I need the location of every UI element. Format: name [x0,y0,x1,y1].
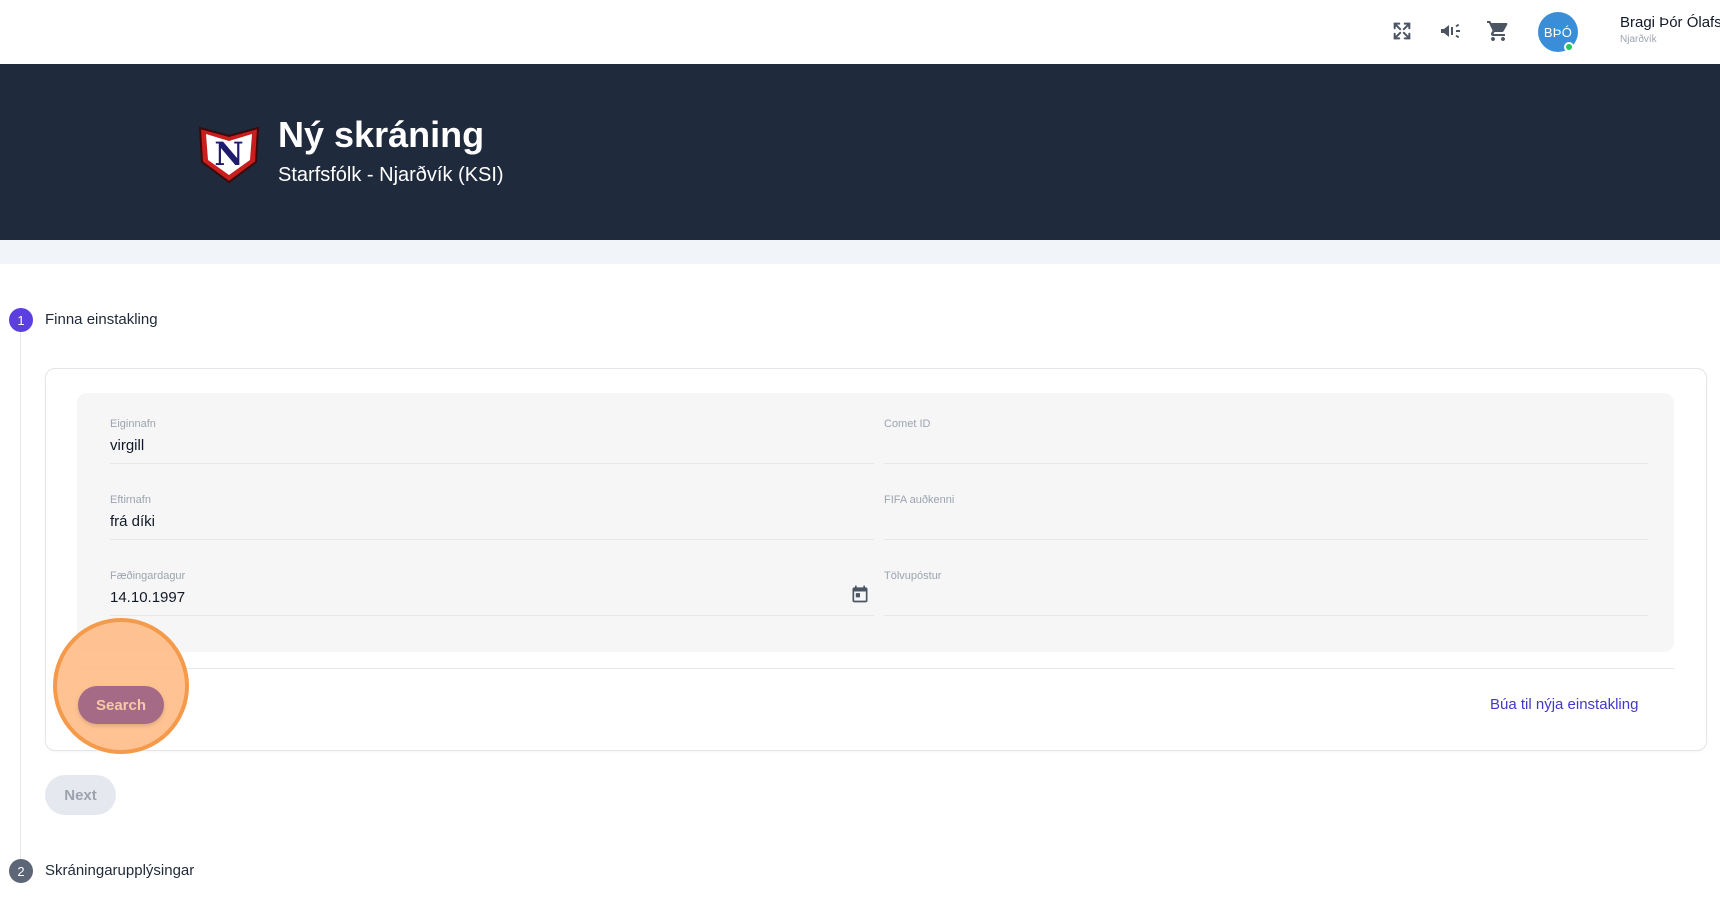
birthdate-underline [110,615,874,616]
page-header: N Ný skráning Starfsfólk - Njarðvík (KSI… [0,64,1720,240]
user-name[interactable]: Bragi Þór Ólafs [1620,14,1720,31]
comet-id-underline [884,463,1648,464]
megaphone-icon[interactable] [1437,18,1463,44]
card-divider [77,668,1674,669]
birthdate-value[interactable]: 14.10.1997 [110,589,185,606]
fifa-id-label: FIFA auðkenni [884,494,955,506]
step-1-badge: 1 [9,308,33,332]
user-club: Njarðvík [1620,34,1657,45]
stepper-line [20,332,21,872]
fullscreen-icon[interactable] [1389,18,1415,44]
last-name-field[interactable]: Eftirnafn frá díki [110,494,874,564]
first-name-label: Eiginnafn [110,418,156,430]
comet-id-label: Comet ID [884,418,931,430]
last-name-label: Eftirnafn [110,494,151,506]
first-name-value[interactable]: virgill [110,437,144,454]
email-label: Tölvupóstur [884,570,942,582]
page-title: Ný skráning [278,114,485,155]
last-name-underline [110,539,874,540]
club-logo-letter: N [214,135,243,173]
search-button[interactable]: Search [78,686,164,724]
email-field[interactable]: Tölvupóstur [884,570,1648,640]
last-name-value[interactable]: frá díki [110,513,155,530]
calendar-icon[interactable] [850,584,870,604]
club-logo-icon: N [198,126,260,184]
online-status-dot [1564,42,1574,52]
top-bar: BÞÓ Bragi Þór Ólafs Njarðvík [0,0,1720,64]
birthdate-field[interactable]: Fæðingardagur 14.10.1997 [110,570,874,640]
avatar[interactable]: BÞÓ [1538,12,1578,52]
cart-icon[interactable] [1485,18,1511,44]
step-2-badge: 2 [9,859,33,883]
create-new-person-link[interactable]: Búa til nýja einstakling [1490,696,1638,713]
birthdate-label: Fæðingardagur [110,570,186,582]
fifa-id-field[interactable]: FIFA auðkenni [884,494,1648,564]
fifa-id-underline [884,539,1648,540]
header-subband [0,240,1720,264]
page-subtitle: Starfsfólk - Njarðvík (KSI) [278,164,504,186]
avatar-initials: BÞÓ [1543,24,1573,40]
step-2-label[interactable]: Skráningarupplýsingar [45,862,194,879]
first-name-underline [110,463,874,464]
comet-id-field[interactable]: Comet ID [884,418,1648,488]
email-underline [884,615,1648,616]
step-1-label[interactable]: Finna einstakling [45,311,158,328]
first-name-field[interactable]: Eiginnafn virgill [110,418,874,488]
next-button[interactable]: Next [45,775,116,815]
